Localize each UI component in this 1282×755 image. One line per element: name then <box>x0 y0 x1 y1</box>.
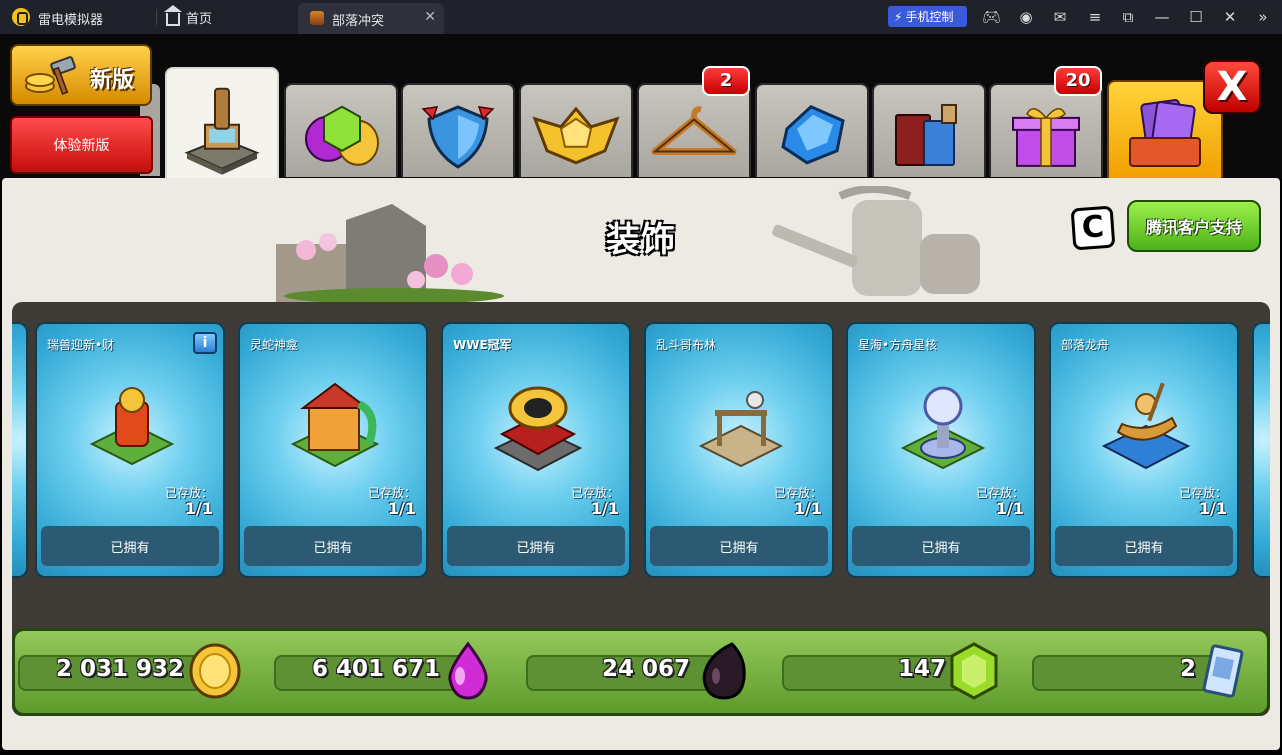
card-title: 星海•方舟星核 <box>858 338 938 352</box>
card-title: 瑞兽迎新•财 <box>47 338 115 352</box>
titlebar-divider <box>156 9 157 25</box>
tab-league[interactable] <box>519 83 633 177</box>
stored-count: 1/1 <box>793 499 822 518</box>
lightning-icon: ⚡ <box>894 9 903 24</box>
gamepad-icon[interactable]: 🎮︎ <box>982 8 1001 26</box>
expand-icon[interactable]: » <box>1254 8 1272 26</box>
tickets-amount: 2 <box>1179 656 1196 682</box>
owned-status: 已拥有 <box>1055 526 1233 566</box>
stored-count: 1/1 <box>387 499 416 518</box>
hanger-icon <box>651 106 737 156</box>
new-version-button[interactable]: 新版 <box>10 44 152 106</box>
tab-books[interactable] <box>872 83 986 177</box>
book-potion-icon <box>895 103 957 166</box>
card-title: 灵蛇神龛 <box>250 338 299 352</box>
hanger-tab-badge: 2 <box>702 66 750 96</box>
decoration-card[interactable]: 乱斗哥布林 已存放： 1/1 已拥有 <box>644 322 834 578</box>
card-chest-icon <box>1129 99 1201 167</box>
stored-count: 1/1 <box>995 499 1024 518</box>
new-version-label: 新版 <box>90 68 135 93</box>
close-shop-button[interactable]: X <box>1203 60 1261 114</box>
tab-hanger[interactable] <box>637 83 751 177</box>
tab-close-icon[interactable]: ✕ <box>424 9 436 25</box>
decoration-card-partial-left[interactable] <box>12 322 28 578</box>
card-title: WWE冠军 <box>453 338 512 352</box>
owned-status: 已拥有 <box>447 526 625 566</box>
game-tab-title: 部落冲突 <box>332 14 385 29</box>
stored-count: 1/1 <box>590 499 619 518</box>
maximize-icon[interactable]: ☐ <box>1187 8 1205 26</box>
gold-amount: 2 031 932 <box>55 656 184 682</box>
home-icon <box>164 5 182 26</box>
decoration-card[interactable]: 星海•方舟星核 已存放： 1/1 已拥有 <box>846 322 1036 578</box>
pekka-statue-decoration <box>772 186 980 296</box>
home-tab[interactable]: 首页 <box>164 5 213 27</box>
window-icon[interactable]: ⧉ <box>1119 8 1137 26</box>
decoration-card[interactable]: 部落龙舟 已存放： 1/1 已拥有 <box>1049 322 1239 578</box>
decoration-preview <box>89 387 175 466</box>
emulator-titlebar: 雷电模拟器 首页 部落冲突 ✕ ⚡ 手机控制 🎮︎ ◉ ✉ ≡ ⧉ — ☐ ✕ … <box>0 0 1282 34</box>
tab-decorations[interactable] <box>165 67 279 179</box>
dark-elixir-amount: 24 067 <box>601 656 690 682</box>
try-new-version-button[interactable]: 体验新版 <box>10 116 153 174</box>
close-icon[interactable]: ✕ <box>1221 8 1239 26</box>
phone-control-button[interactable]: ⚡ 手机控制 <box>888 6 967 27</box>
dark-elixir-drop-icon <box>702 642 746 700</box>
gift-icon <box>1012 108 1080 167</box>
account-icon[interactable]: ◉ <box>1017 8 1035 26</box>
gold-coin-icon <box>189 643 241 699</box>
decoration-preview <box>1101 382 1191 470</box>
hammer-gold-icon <box>25 56 76 95</box>
gem-icon <box>950 642 998 700</box>
gems-amount: 147 <box>897 656 946 682</box>
decoration-preview <box>493 386 583 472</box>
elixir-amount: 6 401 671 <box>311 656 440 682</box>
phone-control-label: 手机控制 <box>905 10 954 24</box>
decoration-card[interactable]: WWE冠军 已存放： 1/1 已拥有 <box>441 322 631 578</box>
home-tab-label: 首页 <box>186 12 213 27</box>
shield-icon <box>421 105 495 169</box>
ticket-icon <box>1202 644 1244 698</box>
gift-tab-badge: 20 <box>1054 66 1102 96</box>
game-window-tab[interactable]: 部落冲突 ✕ <box>298 3 444 34</box>
owned-status: 已拥有 <box>41 526 219 566</box>
decoration-preview <box>698 391 784 468</box>
emulator-app-name: 雷电模拟器 <box>38 13 104 28</box>
gem-coin-icon <box>305 105 379 166</box>
owned-status: 已拥有 <box>650 526 828 566</box>
stored-count: 1/1 <box>1198 499 1227 518</box>
decoration-card-partial-right[interactable] <box>1252 322 1270 578</box>
owned-status: 已拥有 <box>852 526 1030 566</box>
elixir-drop-icon <box>448 641 488 700</box>
menu-icon[interactable]: ≡ <box>1086 8 1104 26</box>
clash-app-icon <box>310 11 324 25</box>
owned-status: 已拥有 <box>244 526 422 566</box>
tab-shield[interactable] <box>401 83 515 177</box>
decoration-card[interactable]: 瑞兽迎新•财 i 已存放： 1/1 已拥有 <box>35 322 225 578</box>
info-icon[interactable]: i <box>193 332 217 354</box>
statue-icon <box>184 87 260 175</box>
decoration-card[interactable]: 灵蛇神龛 已存放： 1/1 已拥有 <box>238 322 428 578</box>
league-badge-icon <box>532 106 620 165</box>
tab-gift[interactable] <box>989 83 1103 177</box>
stored-count: 1/1 <box>184 499 213 518</box>
flower-rock-decoration <box>276 204 504 302</box>
card-title: 部落龙舟 <box>1061 338 1110 352</box>
creator-code-button[interactable]: C <box>1070 205 1116 251</box>
tencent-support-button[interactable]: 腾讯客户支持 <box>1127 200 1261 252</box>
emulator-logo-icon <box>12 8 30 26</box>
decoration-preview <box>290 382 380 468</box>
crystal-icon <box>781 105 845 165</box>
shop-title: 装饰 <box>606 220 676 260</box>
decoration-preview <box>900 386 986 470</box>
card-title: 乱斗哥布林 <box>656 338 717 352</box>
tab-crystal[interactable] <box>755 83 869 177</box>
mail-icon[interactable]: ✉ <box>1051 8 1069 26</box>
minimize-icon[interactable]: — <box>1153 8 1171 26</box>
tab-gems[interactable] <box>284 83 398 177</box>
